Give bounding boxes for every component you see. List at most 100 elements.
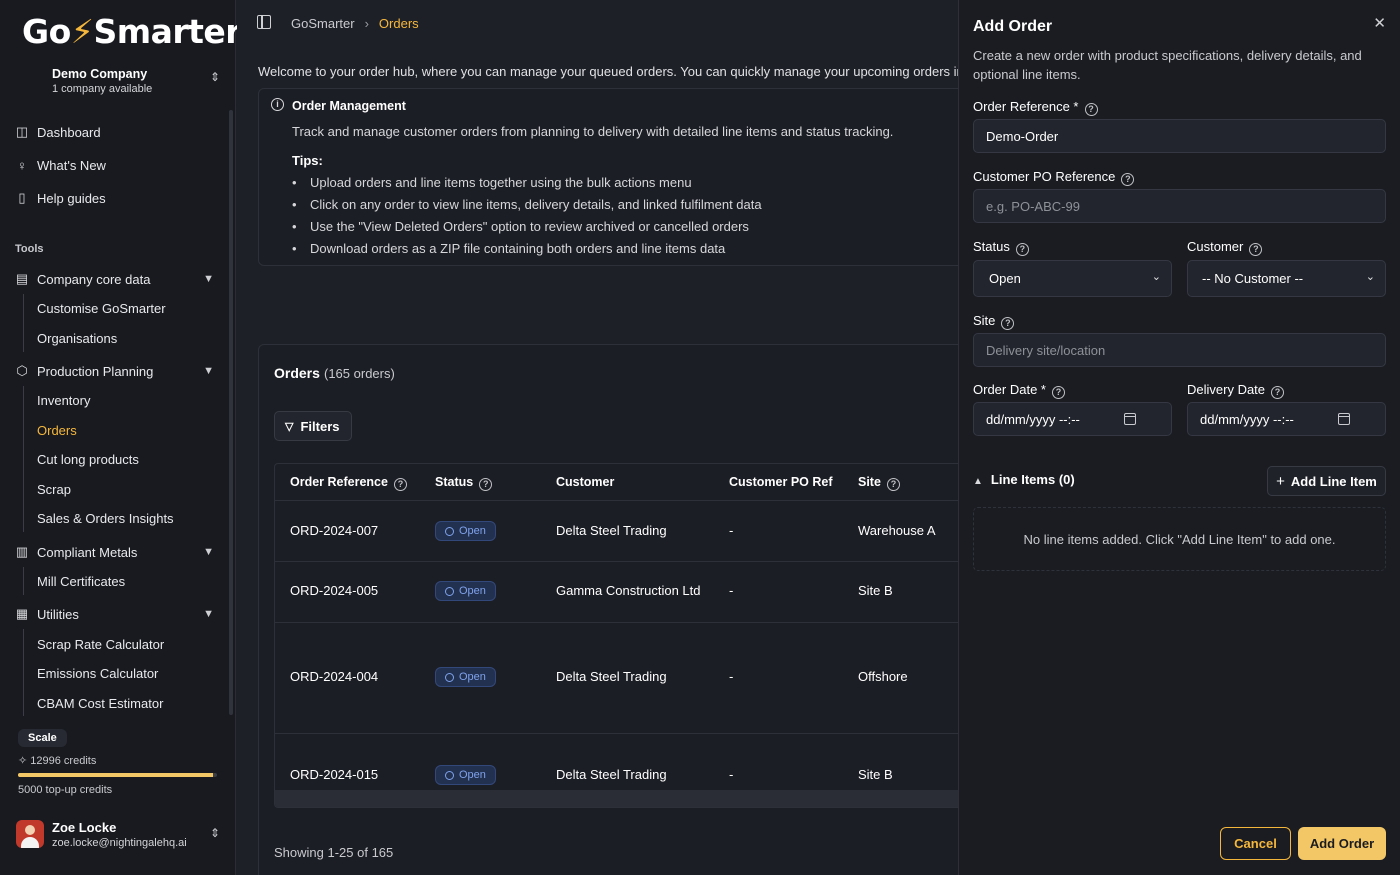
column-customer-po-ref[interactable]: Customer PO Ref bbox=[729, 475, 833, 489]
nav-inventory[interactable]: Inventory bbox=[37, 393, 90, 408]
help-icon[interactable]: ? bbox=[1121, 173, 1135, 186]
customer-po-input[interactable]: e.g. PO-ABC-99 bbox=[973, 189, 1386, 223]
sidebar-scrollbar[interactable] bbox=[229, 110, 233, 715]
filters-button[interactable]: ▽ Filters bbox=[274, 411, 352, 441]
credits-progress bbox=[18, 773, 217, 777]
help-icon[interactable]: ? bbox=[393, 478, 407, 491]
submenu-line bbox=[23, 567, 24, 595]
customer-select[interactable]: -- No Customer -- ⌄ bbox=[1187, 260, 1386, 297]
nav-dashboard[interactable]: ◫ Dashboard bbox=[14, 120, 214, 144]
tips-list: Upload orders and line items together us… bbox=[292, 175, 762, 263]
po-cell: - bbox=[729, 523, 734, 538]
nav-production-planning[interactable]: ⬡ Production Planning ▼ bbox=[14, 359, 214, 383]
breadcrumb-root[interactable]: GoSmarter bbox=[291, 16, 355, 31]
nav-emissions-calculator[interactable]: Emissions Calculator bbox=[37, 666, 158, 681]
customer-po-label: Customer PO Reference? bbox=[973, 169, 1135, 186]
site-input[interactable]: Delivery site/location bbox=[973, 333, 1386, 367]
gosmarter-logo[interactable]: Go⚡Smarter bbox=[22, 12, 242, 51]
help-icon[interactable]: ? bbox=[1249, 243, 1263, 256]
chevron-down-icon: ▼ bbox=[203, 608, 214, 620]
help-icon[interactable]: ? bbox=[1001, 317, 1015, 330]
column-order-reference[interactable]: Order Reference? bbox=[290, 475, 407, 491]
customer-cell: Delta Steel Trading bbox=[556, 523, 667, 538]
nav-scrap[interactable]: Scrap bbox=[37, 482, 71, 497]
line-items-toggle[interactable]: ▲ Line Items (0) bbox=[973, 472, 1075, 487]
customer-cell: Delta Steel Trading bbox=[556, 767, 667, 782]
submenu-line bbox=[23, 386, 24, 532]
clock-icon bbox=[445, 586, 454, 596]
nav-mill-certificates[interactable]: Mill Certificates bbox=[37, 574, 125, 589]
po-cell: - bbox=[729, 583, 734, 598]
nav-company-core-data[interactable]: ▤ Company core data ▼ bbox=[14, 267, 214, 291]
help-icon[interactable]: ? bbox=[886, 478, 900, 491]
help-icon[interactable]: ? bbox=[1015, 243, 1029, 256]
tip-item: Upload orders and line items together us… bbox=[292, 175, 762, 197]
po-cell: - bbox=[729, 669, 734, 684]
user-email: zoe.locke@nightingalehq.ai bbox=[52, 837, 187, 849]
order-ref: ORD-2024-004 bbox=[290, 669, 379, 684]
nav-scrap-rate-calculator[interactable]: Scrap Rate Calculator bbox=[37, 637, 164, 652]
table-row[interactable]: ORD-2024-005 Open Gamma Construction Ltd… bbox=[275, 562, 958, 623]
help-icon[interactable]: ? bbox=[1084, 103, 1098, 116]
nav-utilities[interactable]: ▦ Utilities ▼ bbox=[14, 602, 214, 626]
bolt-icon: ⚡ bbox=[70, 12, 94, 51]
nav-organisations[interactable]: Organisations bbox=[37, 331, 117, 346]
calculator-icon: ▦ bbox=[15, 606, 29, 621]
clock-icon bbox=[445, 672, 454, 682]
customer-cell: Gamma Construction Ltd bbox=[556, 583, 701, 598]
delivery-date-input[interactable]: dd/mm/yyyy --:-- bbox=[1187, 402, 1386, 436]
site-label: Site? bbox=[973, 313, 1015, 330]
add-line-item-button[interactable]: + Add Line Item bbox=[1267, 466, 1386, 496]
table-row[interactable]: ORD-2024-004 Open Delta Steel Trading - … bbox=[275, 623, 958, 734]
info-title: Order Management bbox=[292, 99, 406, 113]
cancel-button[interactable]: Cancel bbox=[1220, 827, 1291, 860]
calendar-icon[interactable] bbox=[1338, 413, 1350, 425]
status-label: Status? bbox=[973, 239, 1029, 256]
submenu-line bbox=[23, 294, 24, 352]
order-reference-input[interactable]: Demo-Order bbox=[973, 119, 1386, 153]
company-switcher[interactable]: Demo Company 1 company available ⇕ bbox=[16, 62, 226, 102]
help-icon[interactable]: ? bbox=[479, 478, 493, 491]
close-icon[interactable]: ✕ bbox=[1373, 14, 1386, 32]
orders-card: Orders (165 orders) ▽ Filters Order Refer… bbox=[258, 344, 958, 875]
add-order-drawer: Add Order ✕ Create a new order with prod… bbox=[959, 0, 1400, 875]
breadcrumb-current: Orders bbox=[378, 16, 419, 31]
nav-cut-long-products[interactable]: Cut long products bbox=[37, 452, 139, 467]
user-name: Zoe Locke bbox=[52, 820, 117, 835]
help-icon[interactable]: ? bbox=[1271, 386, 1285, 399]
nav-orders[interactable]: Orders bbox=[37, 423, 77, 438]
table-row[interactable]: ORD-2024-007 Open Delta Steel Trading - … bbox=[275, 501, 958, 562]
drawer-description: Create a new order with product specific… bbox=[973, 48, 1362, 82]
status-badge: Open bbox=[435, 667, 496, 687]
chevron-up-icon: ▲ bbox=[973, 476, 983, 487]
info-icon: i bbox=[271, 98, 284, 111]
nav-compliant-metals[interactable]: ▥ Compliant Metals ▼ bbox=[14, 540, 214, 564]
nav-customise-gosmarter[interactable]: Customise GoSmarter bbox=[37, 301, 166, 316]
po-cell: - bbox=[729, 767, 734, 782]
sidebar-toggle-icon[interactable] bbox=[257, 15, 271, 29]
help-icon[interactable]: ? bbox=[1051, 386, 1065, 399]
info-card: i Order Management Track and manage cust… bbox=[258, 88, 958, 266]
book-icon: ▯ bbox=[18, 190, 26, 205]
chevron-down-icon: ▼ bbox=[203, 273, 214, 285]
sidebar: Go⚡Smarter Demo Company 1 company availa… bbox=[0, 0, 242, 875]
table-horizontal-scrollbar[interactable] bbox=[275, 790, 958, 807]
user-menu[interactable]: Zoe Locke zoe.locke@nightingalehq.ai ⇕ bbox=[16, 818, 226, 854]
order-date-input[interactable]: dd/mm/yyyy --:-- bbox=[973, 402, 1172, 436]
column-customer[interactable]: Customer bbox=[556, 475, 614, 489]
nav-cbam-cost-estimator[interactable]: CBAM Cost Estimator bbox=[37, 696, 163, 711]
column-status[interactable]: Status? bbox=[435, 475, 493, 491]
column-site[interactable]: Site? bbox=[858, 475, 900, 491]
breadcrumb: GoSmarter › Orders bbox=[291, 16, 419, 31]
chevron-up-down-icon: ⇕ bbox=[209, 70, 220, 84]
status-select[interactable]: Open ⌄ bbox=[973, 260, 1172, 297]
nav-help-guides[interactable]: ▯ Help guides bbox=[14, 186, 214, 210]
clock-icon bbox=[445, 770, 454, 780]
add-order-button[interactable]: Add Order bbox=[1298, 827, 1386, 860]
tools-section-label: Tools bbox=[15, 243, 44, 255]
nav-whats-new[interactable]: ♀ What's New bbox=[14, 153, 214, 177]
nav-sales-orders-insights[interactable]: Sales & Orders Insights bbox=[37, 511, 174, 526]
calendar-icon[interactable] bbox=[1124, 413, 1136, 425]
status-badge: Open bbox=[435, 581, 496, 601]
customer-label: Customer? bbox=[1187, 239, 1263, 256]
